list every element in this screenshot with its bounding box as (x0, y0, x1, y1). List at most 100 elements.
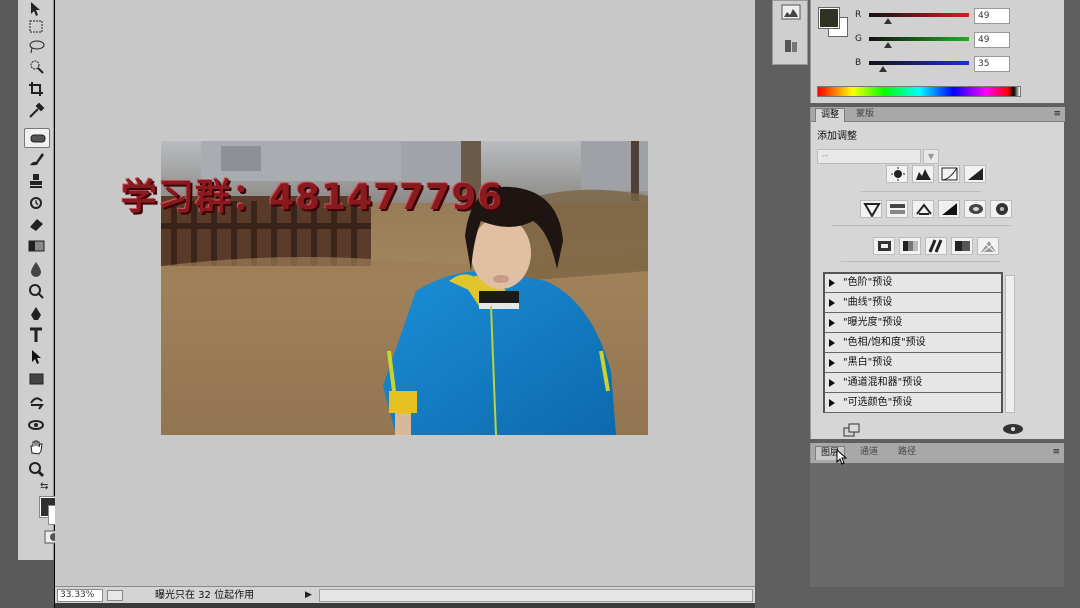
invert-icon[interactable] (873, 237, 895, 255)
clip-to-layer-icon[interactable] (843, 423, 861, 437)
preset-label: "色相/饱和度"预设 (843, 337, 926, 348)
adjustments-panel: 调整 蒙版 ≡ 添加调整 -- ▼ "色阶"预设 "曲线"预设 "曝光度"预设 "色相… (810, 107, 1065, 439)
type-tool-icon[interactable] (24, 326, 48, 344)
preset-item[interactable]: "可选颜色"预设 (825, 394, 1001, 413)
preset-label: "黑白"预设 (843, 357, 893, 368)
panel-menu-icon[interactable]: ≡ (1053, 109, 1061, 119)
gradient-map-icon[interactable] (951, 237, 973, 255)
photo-filter-icon[interactable] (964, 200, 986, 218)
channel-mixer-icon[interactable] (990, 200, 1012, 218)
info-icon[interactable] (781, 37, 801, 55)
curves-icon[interactable] (938, 165, 960, 183)
lasso-tool-icon[interactable] (24, 38, 48, 56)
channel-value-r[interactable]: 49 (974, 8, 1010, 24)
chevron-down-icon[interactable]: ▼ (923, 149, 939, 164)
3d-rotate-tool-icon[interactable] (24, 393, 48, 411)
tab-channels[interactable]: 通道 (855, 446, 883, 460)
selective-color-icon[interactable] (977, 237, 999, 255)
channel-slider-r[interactable] (869, 13, 969, 17)
adjustments-title: 添加调整 (817, 131, 857, 142)
healing-brush-tool-icon[interactable] (24, 128, 50, 148)
preset-item[interactable]: "黑白"预设 (825, 354, 1001, 373)
expand-arrow-icon[interactable] (829, 339, 835, 347)
expand-arrow-icon[interactable] (829, 359, 835, 367)
zoom-tool-icon[interactable] (24, 460, 48, 478)
expand-arrow-icon[interactable] (829, 399, 835, 407)
preset-item[interactable]: "曝光度"预设 (825, 314, 1001, 333)
history-brush-tool-icon[interactable] (24, 194, 48, 212)
slider-thumb[interactable] (884, 42, 892, 48)
vibrance-icon[interactable] (860, 200, 882, 218)
expand-arrow-icon[interactable] (829, 379, 835, 387)
swap-colors-icon[interactable]: ⇆ (40, 481, 48, 492)
status-message: 曝光只在 32 位起作用 (155, 590, 255, 601)
watermark-text: 学习群：481477796 (121, 177, 504, 218)
preset-list: "色阶"预设 "曲线"预设 "曝光度"预设 "色相/饱和度"预设 "黑白"预设 "通道混和… (823, 272, 1003, 413)
expand-arrow-icon[interactable] (829, 279, 835, 287)
status-info-icon[interactable] (107, 590, 123, 601)
color-balance-icon[interactable] (912, 200, 934, 218)
marquee-tool-icon[interactable] (24, 18, 48, 36)
divider (841, 261, 1001, 262)
preset-list-scrollbar[interactable] (1005, 275, 1015, 413)
gradient-tool-icon[interactable] (24, 237, 48, 255)
expand-arrow-icon[interactable] (829, 319, 835, 327)
preset-dropdown[interactable]: -- (817, 149, 921, 164)
crop-tool-icon[interactable] (24, 80, 48, 98)
collapsed-panel-dock (772, 0, 808, 65)
color-spectrum-bar[interactable] (817, 86, 1021, 97)
foreground-color-swatch[interactable] (818, 7, 840, 29)
toolbox: ⇆ (18, 0, 68, 560)
slider-thumb[interactable] (884, 18, 892, 24)
tab-masks[interactable]: 蒙版 (851, 108, 879, 122)
eraser-tool-icon[interactable] (24, 215, 48, 233)
status-menu-arrow-icon[interactable]: ▶ (305, 589, 317, 602)
preset-item[interactable]: "曲线"预设 (825, 294, 1001, 313)
clone-stamp-tool-icon[interactable] (24, 172, 48, 190)
preset-label: "曝光度"预设 (843, 317, 903, 328)
quick-select-tool-icon[interactable] (24, 58, 48, 76)
preset-item[interactable]: "色相/饱和度"预设 (825, 334, 1001, 353)
shape-tool-icon[interactable] (24, 370, 48, 388)
move-tool-icon[interactable] (24, 0, 48, 18)
channel-value-g[interactable]: 49 (974, 32, 1010, 48)
panel-menu-icon[interactable]: ≡ (1052, 447, 1060, 457)
empty-dock-area (810, 463, 1064, 587)
blur-tool-icon[interactable] (24, 260, 48, 278)
channel-slider-g[interactable] (869, 37, 969, 41)
channel-label-b: B (855, 58, 862, 68)
preset-label: "曲线"预设 (843, 297, 893, 308)
black-white-icon[interactable] (938, 200, 960, 218)
path-select-tool-icon[interactable] (24, 348, 48, 366)
brush-tool-icon[interactable] (24, 150, 48, 168)
expand-arrow-icon[interactable] (829, 299, 835, 307)
posterize-icon[interactable] (899, 237, 921, 255)
histogram-icon[interactable] (781, 4, 801, 22)
dodge-tool-icon[interactable] (24, 282, 48, 300)
tab-paths[interactable]: 路径 (893, 446, 921, 460)
zoom-level-field[interactable]: 33.33% (57, 589, 103, 602)
hue-saturation-icon[interactable] (886, 200, 908, 218)
hand-tool-icon[interactable] (24, 438, 48, 456)
visibility-eye-icon[interactable] (1001, 423, 1025, 435)
eyedropper-tool-icon[interactable] (24, 102, 48, 120)
channel-value-b[interactable]: 35 (974, 56, 1010, 72)
preset-label: "可选颜色"预设 (843, 397, 913, 408)
channel-slider-b[interactable] (869, 61, 969, 65)
horizontal-scrollbar[interactable] (319, 589, 753, 602)
pen-tool-icon[interactable] (24, 305, 48, 323)
tab-adjustments[interactable]: 调整 (815, 108, 846, 122)
preset-item[interactable]: "通道混和器"预设 (825, 374, 1001, 393)
threshold-icon[interactable] (925, 237, 947, 255)
brightness-contrast-icon[interactable] (886, 165, 908, 183)
mouse-cursor-icon (836, 448, 848, 465)
preset-item[interactable]: "色阶"预设 (825, 274, 1001, 293)
toolbox-bottom-area (18, 560, 54, 608)
levels-icon[interactable] (912, 165, 934, 183)
divider (831, 225, 1011, 226)
3d-orbit-tool-icon[interactable] (24, 416, 48, 434)
divider (861, 191, 981, 192)
slider-thumb[interactable] (879, 66, 887, 72)
canvas-area[interactable] (55, 0, 755, 586)
exposure-icon[interactable] (964, 165, 986, 183)
